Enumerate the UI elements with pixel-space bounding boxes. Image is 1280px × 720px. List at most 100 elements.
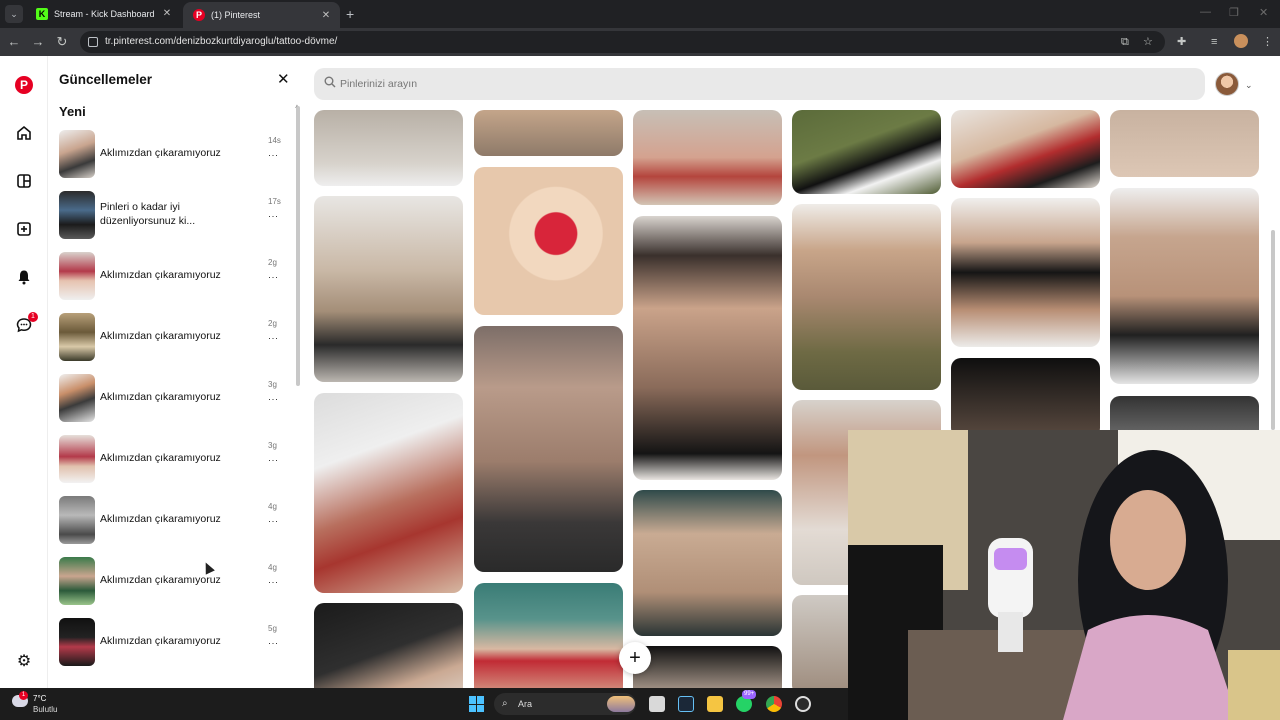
notification-thumbnail: [59, 435, 95, 483]
close-tab-icon[interactable]: ✕: [161, 8, 173, 20]
panel-scrollbar[interactable]: [296, 106, 300, 386]
tab-title: Stream - Kick Dashboard: [54, 9, 155, 19]
file-explorer-icon[interactable]: [707, 696, 723, 712]
pin-image[interactable]: [314, 110, 463, 186]
create-pin-fab-button[interactable]: +: [619, 642, 651, 674]
browser-toolbar: ← → ↻ tr.pinterest.com/denizbozkurtdiyar…: [0, 28, 1280, 56]
more-options-icon[interactable]: ···: [268, 577, 279, 587]
landscape-widget-icon[interactable]: [607, 696, 635, 712]
settings-gear-icon[interactable]: ⚙: [14, 651, 34, 671]
pin-image[interactable]: [633, 490, 782, 636]
more-options-icon[interactable]: ···: [268, 211, 279, 221]
pin-image[interactable]: [474, 167, 623, 315]
notification-item[interactable]: Aklımızdan çıkaramıyoruz 3g ···: [58, 433, 288, 485]
more-options-icon[interactable]: ···: [268, 272, 279, 282]
notification-time: 2g: [268, 258, 277, 267]
notification-thumbnail: [59, 191, 95, 239]
more-options-icon[interactable]: ···: [268, 150, 279, 160]
pin-image[interactable]: [951, 358, 1100, 438]
tab-search-icon[interactable]: ⌄: [5, 5, 23, 23]
notification-item[interactable]: Aklımızdan çıkaramıyoruz 4g ···: [58, 494, 288, 546]
pin-image[interactable]: [474, 110, 623, 156]
reload-icon[interactable]: ↻: [54, 34, 70, 50]
pin-image[interactable]: [314, 603, 463, 688]
pin-image[interactable]: [633, 646, 782, 688]
pin-image[interactable]: [792, 110, 941, 194]
bookmark-star-icon[interactable]: ☆: [1143, 35, 1153, 49]
task-view-icon[interactable]: [649, 696, 665, 712]
weather-temperature[interactable]: 7°C: [33, 694, 46, 703]
chrome-icon[interactable]: [766, 696, 782, 712]
updates-panel: Güncellemeler ✕ Yeni Aklımızdan çıkaramı…: [48, 56, 306, 688]
more-options-icon[interactable]: ···: [268, 455, 279, 465]
close-panel-icon[interactable]: ✕: [277, 72, 290, 88]
pin-image[interactable]: [314, 196, 463, 382]
notification-text: Aklımızdan çıkaramıyoruz: [100, 513, 221, 525]
chrome-menu-icon[interactable]: ⋮: [1262, 35, 1273, 49]
user-avatar[interactable]: [1215, 72, 1239, 96]
notification-thumbnail: [59, 557, 95, 605]
cast-icon[interactable]: ⧉: [1121, 35, 1129, 49]
notification-thumbnail: [59, 496, 95, 544]
pin-image[interactable]: [792, 204, 941, 390]
minimize-icon[interactable]: —: [1200, 6, 1211, 18]
pinterest-logo-icon[interactable]: P: [15, 76, 33, 94]
notification-item[interactable]: Aklımızdan çıkaramıyoruz 2g ···: [58, 250, 288, 302]
notification-text: Pinleri o kadar iyi düzenliyorsunuz ki..…: [100, 201, 196, 227]
notification-item[interactable]: Aklımızdan çıkaramıyoruz 4g ···: [58, 555, 288, 607]
search-bar[interactable]: [314, 68, 1205, 100]
weather-badge: 1: [19, 691, 28, 700]
tab-title: (1) Pinterest: [211, 10, 261, 20]
notification-item[interactable]: Aklımızdan çıkaramıyoruz 2g ···: [58, 311, 288, 363]
notifications-bell-icon[interactable]: [14, 267, 34, 287]
more-options-icon[interactable]: ···: [268, 333, 279, 343]
pin-image[interactable]: [1110, 188, 1259, 384]
create-icon[interactable]: [14, 219, 34, 239]
pin-image[interactable]: [633, 216, 782, 480]
updates-title: Güncellemeler: [59, 72, 153, 87]
pin-image[interactable]: [1110, 110, 1259, 177]
back-icon[interactable]: ←: [6, 34, 22, 50]
home-icon[interactable]: [14, 123, 34, 143]
obs-icon[interactable]: [795, 696, 811, 712]
notification-text: Aklımızdan çıkaramıyoruz: [100, 574, 221, 586]
restore-icon[interactable]: ❐: [1229, 6, 1239, 19]
browser-profile-avatar[interactable]: [1234, 34, 1248, 48]
kick-favicon-icon: K: [36, 8, 48, 20]
forward-icon[interactable]: →: [30, 34, 46, 50]
media-controls-icon[interactable]: ≡: [1211, 35, 1217, 49]
more-options-icon[interactable]: ···: [268, 516, 279, 526]
notification-item[interactable]: Aklımızdan çıkaramıyoruz 3g ···: [58, 372, 288, 424]
chevron-down-icon[interactable]: ⌄: [1245, 80, 1253, 91]
pin-image[interactable]: [474, 326, 623, 572]
tab-kick-dashboard[interactable]: K Stream - Kick Dashboard ✕: [26, 0, 181, 28]
search-input[interactable]: [340, 68, 1190, 100]
more-options-icon[interactable]: ···: [268, 394, 279, 404]
pin-image[interactable]: [633, 110, 782, 205]
notification-thumbnail: [59, 313, 95, 361]
notification-item[interactable]: Aklımızdan çıkaramıyoruz 14s ···: [58, 128, 288, 180]
pin-image[interactable]: [951, 198, 1100, 347]
close-window-icon[interactable]: ✕: [1259, 6, 1268, 19]
steam-icon[interactable]: [678, 696, 694, 712]
more-options-icon[interactable]: ···: [268, 638, 279, 648]
windows-start-icon[interactable]: [469, 696, 485, 712]
explore-icon[interactable]: [14, 171, 34, 191]
notification-time: 3g: [268, 380, 277, 389]
new-tab-button[interactable]: +: [346, 6, 354, 22]
weather-description[interactable]: Bulutlu: [33, 705, 57, 714]
browser-tab-bar: ⌄ K Stream - Kick Dashboard ✕ P (1) Pint…: [0, 0, 1280, 28]
notification-item[interactable]: Aklımızdan çıkaramıyoruz 5g ···: [58, 616, 288, 668]
pin-image[interactable]: [951, 110, 1100, 188]
notification-text: Aklımızdan çıkaramıyoruz: [100, 269, 221, 281]
address-bar[interactable]: tr.pinterest.com/denizbozkurtdiyaroglu/t…: [80, 31, 1165, 53]
close-tab-icon[interactable]: ✕: [320, 10, 332, 22]
tab-pinterest[interactable]: P (1) Pinterest ✕: [183, 2, 340, 28]
site-info-icon[interactable]: [88, 37, 98, 47]
notification-time: 4g: [268, 563, 277, 572]
notification-item[interactable]: Pinleri o kadar iyi düzenliyorsunuz ki..…: [58, 189, 288, 241]
extensions-icon[interactable]: ✚: [1177, 35, 1186, 49]
whatsapp-badge: 99+: [742, 690, 757, 699]
pin-image[interactable]: [474, 583, 623, 688]
pin-image[interactable]: [314, 393, 463, 593]
